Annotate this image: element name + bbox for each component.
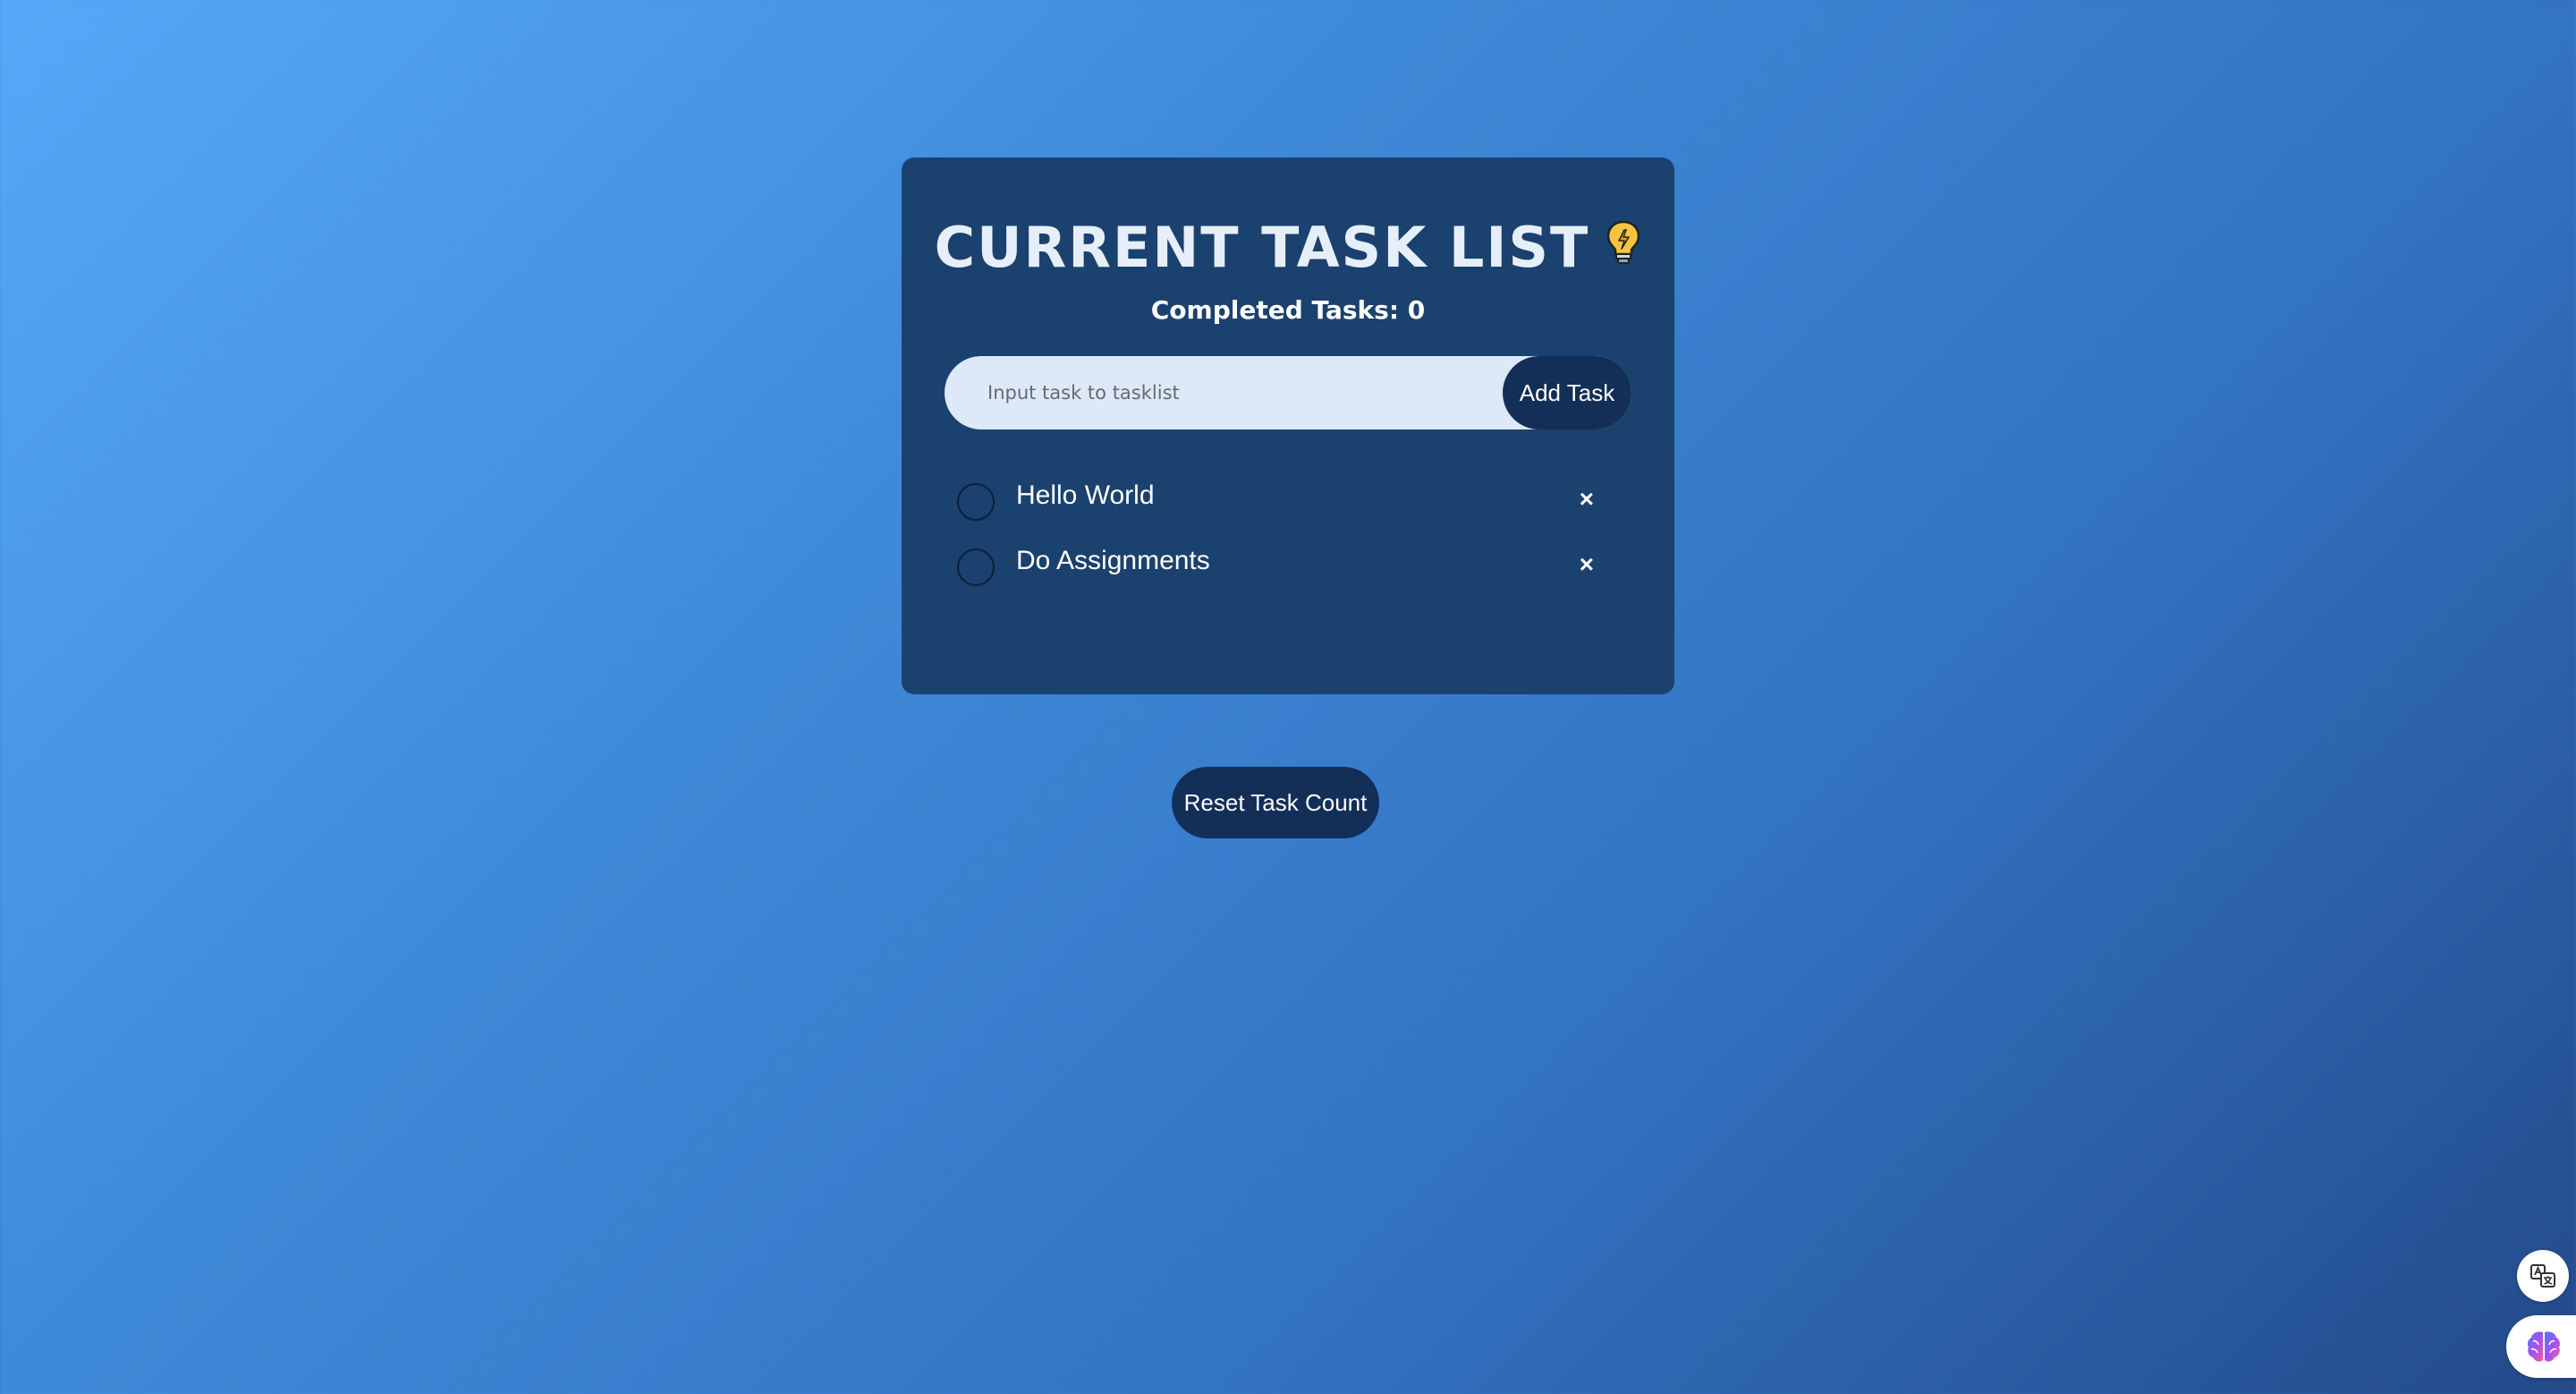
assistant-widget-button[interactable] — [2506, 1315, 2576, 1378]
task-list-card: CURRENT TASK LIST Completed Tasks: 0 Add… — [902, 157, 1674, 694]
task-input[interactable] — [945, 356, 1499, 429]
page-title-text: CURRENT TASK LIST — [934, 215, 1590, 280]
lightbulb-icon — [1606, 207, 1641, 287]
delete-task-icon[interactable]: × — [1580, 481, 1594, 517]
task-label[interactable]: Do Assignments — [1016, 541, 1210, 581]
task-complete-toggle[interactable] — [957, 483, 995, 521]
add-task-button[interactable]: Add Task — [1503, 356, 1631, 429]
task-complete-toggle[interactable] — [957, 548, 995, 586]
reset-task-count-button[interactable]: Reset Task Count — [1172, 767, 1379, 838]
delete-task-icon[interactable]: × — [1580, 547, 1594, 582]
page-title: CURRENT TASK LIST — [902, 208, 1674, 288]
completed-tasks-counter: Completed Tasks: 0 — [1150, 295, 1426, 325]
task-label[interactable]: Hello World — [1016, 476, 1155, 515]
task-item: Hello World × — [957, 476, 1619, 526]
task-item: Do Assignments × — [957, 541, 1619, 591]
translate-widget-button[interactable] — [2517, 1250, 2569, 1302]
add-task-form: Add Task — [945, 356, 1631, 429]
